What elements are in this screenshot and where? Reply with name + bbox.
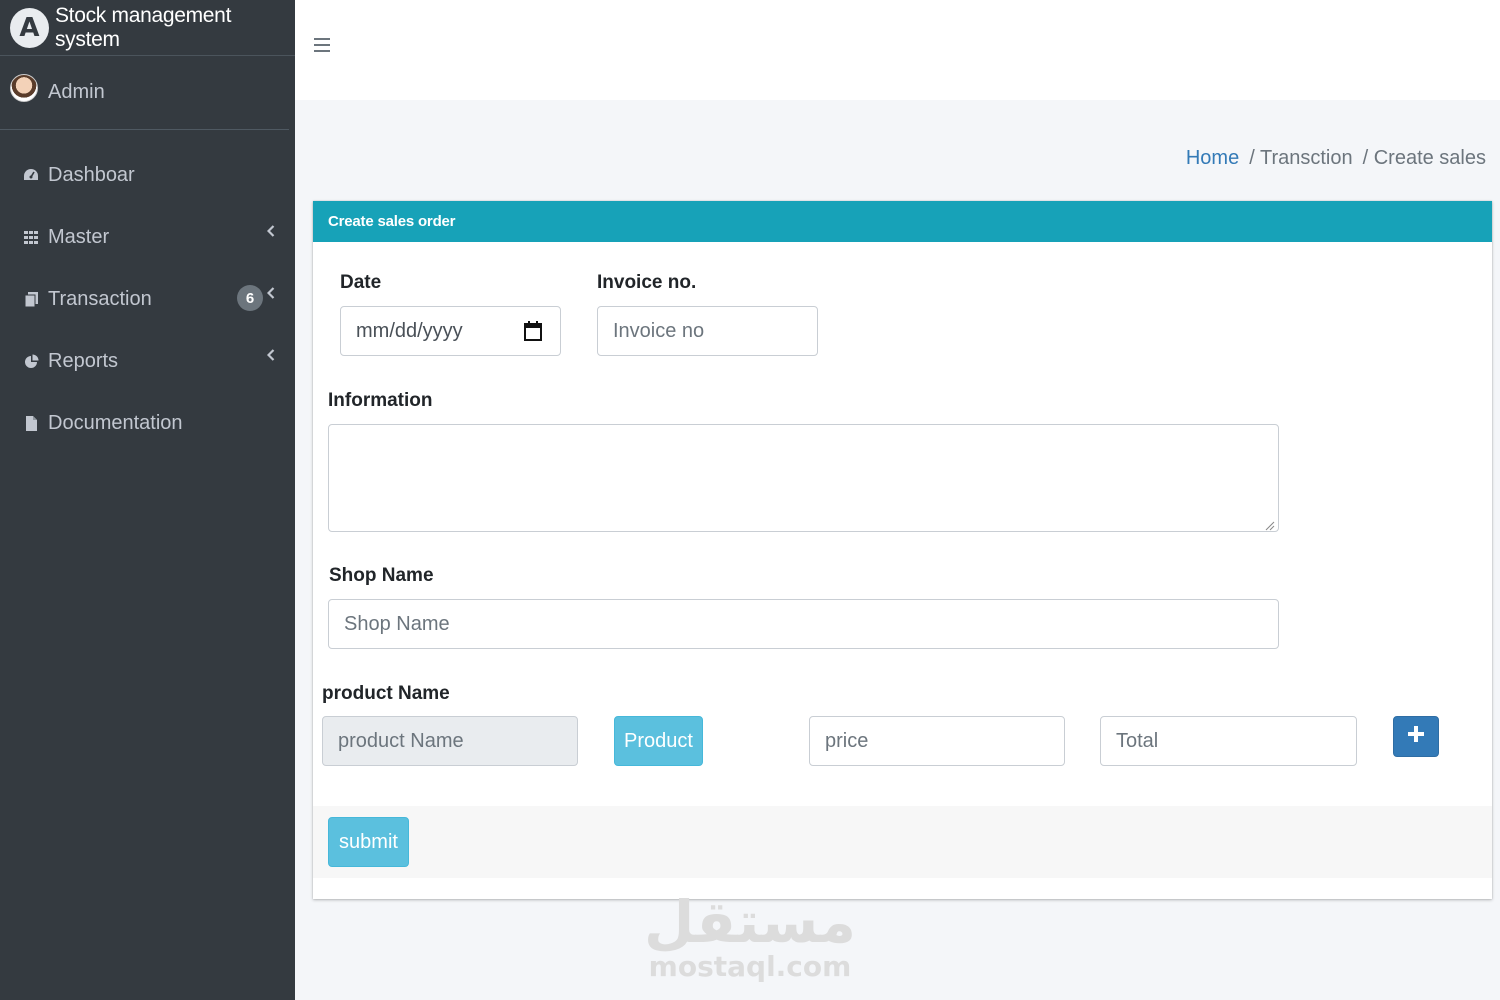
sidebar-item-reports[interactable]: Reports xyxy=(0,330,295,392)
sales-order-card: Create sales order Date mm/dd/yyyy Invoi… xyxy=(313,201,1492,899)
dashboard-icon xyxy=(22,168,40,182)
shop-name-label: Shop Name xyxy=(329,565,434,586)
total-input[interactable]: Total xyxy=(1100,716,1357,766)
copy-icon xyxy=(22,291,40,307)
invoice-label: Invoice no. xyxy=(597,272,697,293)
product-name-placeholder: product Name xyxy=(338,729,464,752)
chevron-left-icon xyxy=(265,348,277,362)
user-panel[interactable]: Admin xyxy=(0,56,289,130)
sidebar-nav: Dashboar Master Transaction 6 Reports Do… xyxy=(0,144,295,454)
date-label: Date xyxy=(340,272,382,293)
calendar-icon[interactable] xyxy=(524,321,542,341)
sidebar-item-transaction[interactable]: Transaction 6 xyxy=(0,268,295,330)
information-textarea[interactable] xyxy=(328,424,1279,532)
watermark-latin: mostaql.com xyxy=(648,950,852,983)
add-row-button[interactable] xyxy=(1393,716,1439,757)
top-navbar xyxy=(295,0,1500,100)
sidebar-item-master[interactable]: Master xyxy=(0,206,295,268)
shop-name-input[interactable]: Shop Name xyxy=(328,599,1279,649)
sidebar-item-label: Reports xyxy=(48,349,119,372)
brand-logo: A xyxy=(10,7,49,48)
transaction-count-badge: 6 xyxy=(237,285,263,311)
price-placeholder: price xyxy=(825,729,869,752)
breadcrumb-transaction: / Transction xyxy=(1249,147,1353,169)
product-select-button[interactable]: Product xyxy=(614,716,703,766)
sidebar-item-label: Dashboar xyxy=(48,163,135,186)
grid-icon xyxy=(22,230,40,244)
information-label: Information xyxy=(328,390,433,411)
avatar xyxy=(10,73,38,102)
card-title: Create sales order xyxy=(313,201,1492,242)
breadcrumb: Home / Transction / Create sales xyxy=(1186,147,1486,170)
breadcrumb-current: / Create sales xyxy=(1362,147,1486,169)
product-name-input: product Name xyxy=(322,716,578,766)
card-footer: submit xyxy=(313,806,1492,878)
watermark-arabic: مستقل xyxy=(643,888,857,956)
sidebar-item-label: Transaction xyxy=(48,287,152,310)
watermark-logo: مستقل mostaql.com xyxy=(640,890,860,983)
shop-name-placeholder: Shop Name xyxy=(344,612,450,635)
brand-text: Stock management system xyxy=(54,3,232,51)
chevron-left-icon xyxy=(265,286,277,300)
product-name-label: product Name xyxy=(322,683,450,704)
date-placeholder: mm/dd/yyyy xyxy=(356,319,463,342)
sidebar-item-documentation[interactable]: Documentation xyxy=(0,392,295,454)
menu-toggle-icon[interactable] xyxy=(314,36,330,54)
user-name: Admin xyxy=(48,81,105,103)
sidebar-item-dashboard[interactable]: Dashboar xyxy=(0,144,295,206)
resize-grip-icon[interactable] xyxy=(1265,518,1275,531)
pie-chart-icon xyxy=(22,354,40,369)
sidebar-item-label: Documentation xyxy=(48,411,183,434)
price-input[interactable]: price xyxy=(809,716,1065,766)
sidebar-item-label: Master xyxy=(48,225,110,248)
invoice-input[interactable]: Invoice no xyxy=(597,306,818,356)
total-placeholder: Total xyxy=(1116,729,1159,752)
breadcrumb-home-link[interactable]: Home xyxy=(1186,147,1239,170)
invoice-placeholder: Invoice no xyxy=(613,319,705,342)
file-icon xyxy=(22,415,40,431)
brand-link[interactable]: A Stock management system xyxy=(0,0,295,56)
sidebar: A Stock management system Admin Dashboar… xyxy=(0,0,295,1000)
submit-button[interactable]: submit xyxy=(328,817,409,867)
chevron-left-icon xyxy=(265,224,277,238)
date-input[interactable]: mm/dd/yyyy xyxy=(340,306,561,356)
plus-icon xyxy=(1408,726,1424,747)
